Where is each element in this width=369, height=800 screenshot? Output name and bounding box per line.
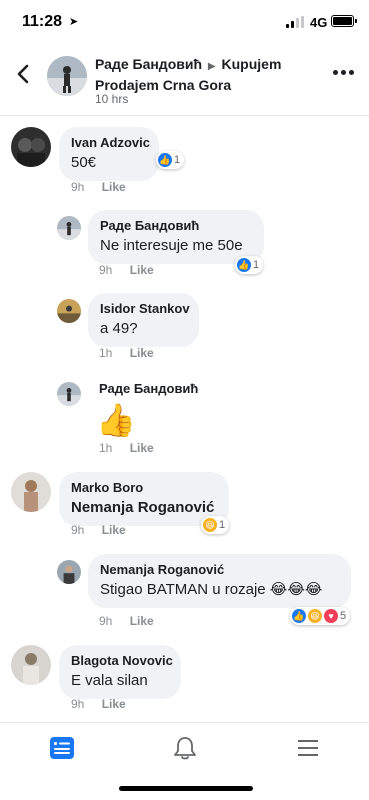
comment-bubble[interactable]: Раде Бандовић Ne interesuje me 50e xyxy=(88,210,264,264)
right-triangle-icon: ▶ xyxy=(207,61,216,72)
notifications-bell-icon xyxy=(174,737,196,760)
like-button[interactable]: Like xyxy=(102,523,126,537)
comment-meta: 1h Like xyxy=(99,346,154,360)
reaction-count[interactable]: 👍 😆 ♥ 5 xyxy=(290,607,351,625)
comment-meta: 9h Like xyxy=(71,180,126,194)
status-time: 11:28 xyxy=(22,13,63,30)
tab-menu[interactable] xyxy=(294,735,322,761)
comment-author[interactable]: Isidor Stankov xyxy=(100,301,190,317)
post-time: 10 hrs xyxy=(95,92,129,106)
tab-notifications[interactable] xyxy=(171,735,199,761)
comment-time: 9h xyxy=(71,697,85,711)
avatar[interactable] xyxy=(57,382,81,406)
post-title[interactable]: Раде Бандовић ▶ Kupujem Prodajem Crna Go… xyxy=(95,55,315,94)
comment-meta: 1h Like xyxy=(99,441,154,455)
comment-text: 50€ xyxy=(71,154,97,171)
comment-meta: 9h Like xyxy=(71,697,126,711)
comment-author[interactable]: Marko Boro xyxy=(71,480,217,496)
avatar[interactable] xyxy=(57,299,81,323)
reaction-count[interactable]: 😆 1 xyxy=(201,516,230,534)
back-arrow-icon xyxy=(17,64,29,84)
location-arrow-icon: ➤ xyxy=(69,16,79,28)
comment-bubble[interactable]: Nemanja Roganović Stigao BATMAN u rozaje… xyxy=(88,554,351,608)
like-reaction-icon: 👍 xyxy=(158,153,172,167)
avatar[interactable] xyxy=(11,127,51,167)
back-button[interactable] xyxy=(12,62,36,86)
comment-time: 1h xyxy=(99,346,113,360)
haha-reaction-icon: 😆 xyxy=(308,609,322,623)
menu-icon xyxy=(298,740,318,756)
comment-time: 9h xyxy=(99,614,113,628)
post-header: Раде Бандовић ▶ Kupujem Prodajem Crna Go… xyxy=(0,44,369,116)
reaction-count[interactable]: 👍 1 xyxy=(156,151,185,169)
status-bar: 11:28 ➤ 4G xyxy=(0,0,369,44)
avatar[interactable] xyxy=(57,216,81,240)
comment-author[interactable]: Nemanja Roganović xyxy=(100,562,339,578)
comment-author[interactable]: Ivan Adzovic xyxy=(71,135,150,151)
comment-meta: 9h Like xyxy=(71,523,126,537)
like-button[interactable]: Like xyxy=(102,697,126,711)
tab-news-feed[interactable] xyxy=(48,735,76,761)
like-button[interactable]: Like xyxy=(130,614,154,628)
comment-bubble[interactable]: Ivan Adzovic 50€ xyxy=(59,127,159,181)
like-button[interactable]: Like xyxy=(130,263,154,277)
comment-time: 9h xyxy=(99,263,113,277)
comment-bubble[interactable]: Blagota Novovic E vala silan xyxy=(59,645,181,699)
comment-time: 1h xyxy=(99,441,113,455)
comment-text: a 49? xyxy=(100,320,138,337)
more-icon xyxy=(333,70,338,75)
avatar[interactable] xyxy=(47,56,87,96)
comment-text: Nemanja Roganović xyxy=(71,499,215,516)
comment-text: Stigao BATMAN u rozaje 😂😂😂 xyxy=(100,581,323,598)
comment-text: 👍 xyxy=(96,402,136,438)
avatar[interactable] xyxy=(11,645,51,685)
comment-author[interactable]: Раде Бандовић xyxy=(100,218,252,234)
home-indicator xyxy=(119,786,253,791)
like-button[interactable]: Like xyxy=(102,180,126,194)
comment-author[interactable]: Раде Бандовић xyxy=(99,381,198,397)
haha-reaction-icon: 😆 xyxy=(203,518,217,532)
news-feed-icon xyxy=(50,737,74,759)
like-button[interactable]: Like xyxy=(130,346,154,360)
comment-meta: 9h Like xyxy=(99,614,154,628)
like-button[interactable]: Like xyxy=(130,441,154,455)
like-reaction-icon: 👍 xyxy=(292,609,306,623)
network-type: 4G xyxy=(310,15,328,30)
comment-text: E vala silan xyxy=(71,672,148,689)
reaction-count[interactable]: 👍 1 xyxy=(235,256,264,274)
battery-icon xyxy=(331,15,357,27)
avatar[interactable] xyxy=(57,560,81,584)
avatar[interactable] xyxy=(11,472,51,512)
like-reaction-icon: 👍 xyxy=(237,258,251,272)
comment-author[interactable]: Blagota Novovic xyxy=(71,653,173,669)
comment-time: 9h xyxy=(71,523,85,537)
comment-meta: 9h Like xyxy=(99,263,154,277)
more-button[interactable] xyxy=(333,70,355,78)
author-name[interactable]: Раде Бандовић xyxy=(95,56,202,72)
signal-icon xyxy=(286,16,306,28)
comment-bubble[interactable]: Isidor Stankov a 49? xyxy=(88,293,199,347)
comment-text: Ne interesuje me 50e xyxy=(100,237,243,254)
love-reaction-icon: ♥ xyxy=(324,609,338,623)
comment-time: 9h xyxy=(71,180,85,194)
